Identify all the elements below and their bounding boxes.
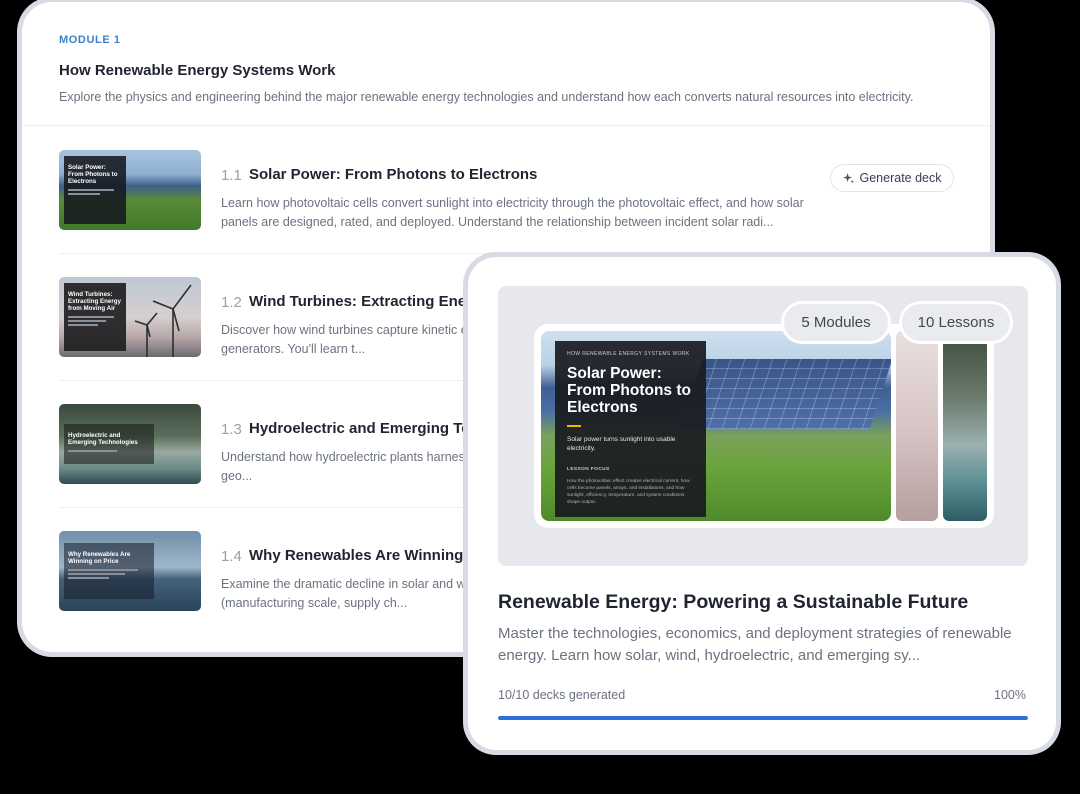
divider <box>22 125 990 126</box>
slide-stack: HOW RENEWABLE ENERGY SYSTEMS WORK Solar … <box>534 324 994 528</box>
wind-turbine-icon <box>134 284 192 357</box>
slide-preview: HOW RENEWABLE ENERGY SYSTEMS WORK Solar … <box>541 331 891 521</box>
slide-text-card: HOW RENEWABLE ENERGY SYSTEMS WORK Solar … <box>555 341 706 517</box>
solar-panel-graphic <box>679 359 891 429</box>
slide-title: Solar Power: From Photons to Electrons <box>567 365 691 416</box>
lesson-number: 1.2 <box>221 294 242 311</box>
lesson-thumbnail[interactable]: Why Renewables Are Winning on Price <box>59 531 201 611</box>
progress-label: 10/10 decks generated <box>498 688 626 702</box>
slide-accent-rule <box>567 425 581 427</box>
thumbnail-slide-card: Why Renewables Are Winning on Price <box>64 543 154 599</box>
module-title: How Renewable Energy Systems Work <box>59 62 336 79</box>
slide-focus-text: How the photovoltaic effect creates elec… <box>567 479 690 505</box>
generate-deck-button[interactable]: Generate deck <box>830 164 954 192</box>
thumbnail-slide-card: Hydroelectric and Emerging Technologies <box>64 424 154 464</box>
progress-bar-fill <box>498 716 1028 720</box>
slide-thumbnail-hydro <box>943 331 987 521</box>
lesson-thumbnail[interactable]: Wind Turbines: Extracting Energy from Mo… <box>59 277 201 357</box>
generate-deck-label: Generate deck <box>859 171 942 185</box>
thumbnail-slide-title: Wind Turbines: Extracting Energy from Mo… <box>68 291 121 313</box>
divider <box>59 253 953 254</box>
thumbnail-slide-title: Hydroelectric and Emerging Technologies <box>68 432 138 447</box>
modules-badge: 5 Modules <box>784 304 888 341</box>
progress-bar <box>498 716 1028 720</box>
slide-thumbnail-wind <box>896 331 938 521</box>
module-description: Explore the physics and engineering behi… <box>59 90 914 104</box>
slide-eyebrow: HOW RENEWABLE ENERGY SYSTEMS WORK <box>567 351 690 357</box>
lessons-badge: 10 Lessons <box>902 304 1010 341</box>
course-description: Master the technologies, economics, and … <box>498 625 1012 664</box>
thumbnail-slide-card: Wind Turbines: Extracting Energy from Mo… <box>64 283 126 351</box>
course-preview: HOW RENEWABLE ENERGY SYSTEMS WORK Solar … <box>498 286 1028 566</box>
lesson-row[interactable]: Solar Power: From Photons to Electrons 1… <box>22 128 990 254</box>
slide-focus-label: LESSON FOCUS <box>567 467 610 472</box>
course-card[interactable]: HOW RENEWABLE ENERGY SYSTEMS WORK Solar … <box>468 257 1056 750</box>
thumbnail-slide-title: Why Renewables Are Winning on Price <box>68 551 131 566</box>
lesson-number: 1.3 <box>221 421 242 438</box>
lesson-number: 1.4 <box>221 548 242 565</box>
progress-percent: 100% <box>994 688 1026 702</box>
lesson-thumbnail[interactable]: Hydroelectric and Emerging Technologies <box>59 404 201 484</box>
lesson-thumbnail[interactable]: Solar Power: From Photons to Electrons <box>59 150 201 230</box>
lesson-description: Learn how photovoltaic cells convert sun… <box>221 196 804 229</box>
module-eyebrow: MODULE 1 <box>59 34 121 46</box>
thumbnail-slide-card: Solar Power: From Photons to Electrons <box>64 156 126 224</box>
lesson-number: 1.1 <box>221 167 242 184</box>
thumbnail-slide-title: Solar Power: From Photons to Electrons <box>68 164 118 186</box>
lesson-title[interactable]: Solar Power: From Photons to Electrons <box>249 166 537 183</box>
course-title[interactable]: Renewable Energy: Powering a Sustainable… <box>498 591 968 614</box>
slide-subtitle: Solar power turns sunlight into usable e… <box>567 436 676 452</box>
sparkle-icon <box>842 172 854 184</box>
